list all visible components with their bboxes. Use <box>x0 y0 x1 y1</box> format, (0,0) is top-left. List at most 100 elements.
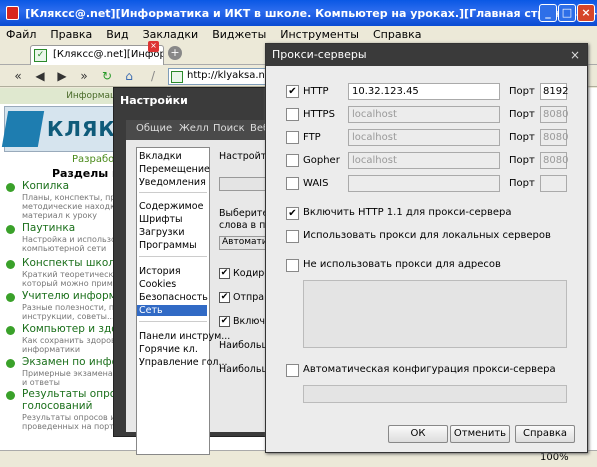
new-tab-button[interactable]: + <box>168 46 182 60</box>
bullet-icon <box>6 359 15 368</box>
http-host-field[interactable]: 10.32.123.45 <box>348 83 500 100</box>
home-icon[interactable]: ⌂ <box>121 68 137 84</box>
https-host-field[interactable]: localhost <box>348 106 500 123</box>
wais-checkbox[interactable] <box>286 177 299 190</box>
list-item[interactable]: Управление гол... <box>139 357 228 368</box>
list-item-network[interactable]: Сеть <box>137 305 207 316</box>
menu-bookmarks[interactable]: Закладки <box>143 28 199 41</box>
list-item[interactable]: Уведомления <box>139 177 206 188</box>
tab-klyaksa[interactable]: ✓ [Кляксс@.net][Информа... <box>30 45 164 65</box>
auto-config-checkbox[interactable] <box>286 364 299 377</box>
title-bar: [Кляксс@.net][Информатика и ИКТ в школе.… <box>0 0 597 26</box>
list-item[interactable]: Cookies <box>139 279 176 290</box>
menu-tools[interactable]: Инструменты <box>280 28 359 41</box>
address-url: http://klyaksa.net/ <box>187 70 267 81</box>
auto-config-url-field[interactable] <box>303 385 567 403</box>
list-item[interactable]: Загрузки <box>139 227 185 238</box>
https-port-field[interactable]: 8080 <box>540 106 568 123</box>
bullet-icon <box>6 293 15 302</box>
section-title[interactable]: Копилка <box>22 180 69 192</box>
back-icon[interactable]: ◀ <box>32 68 48 84</box>
tab-search[interactable]: Поиск <box>213 123 245 134</box>
maximize-button[interactable]: □ <box>558 4 576 22</box>
http11-checkbox[interactable]: ✔ <box>286 207 299 220</box>
wais-port-field[interactable] <box>540 175 567 192</box>
auto-button[interactable]: Автоматич <box>219 236 273 250</box>
http-port-field[interactable]: 8192 <box>540 83 568 100</box>
list-item[interactable]: Панели инструм... <box>139 331 230 342</box>
list-item[interactable]: Перемещение <box>139 164 210 175</box>
cancel-button[interactable]: Отменить <box>450 425 510 443</box>
menu-edit[interactable]: Правка <box>50 28 92 41</box>
http-checkbox[interactable]: ✔ <box>286 85 299 98</box>
tab-general[interactable]: Общие <box>136 123 172 134</box>
menu-view[interactable]: Вид <box>106 28 128 41</box>
help-button[interactable]: Справка <box>515 425 575 443</box>
edit-icon[interactable]: / <box>145 68 161 84</box>
settings-category-list[interactable]: Вкладки Перемещение Уведомления Содержим… <box>136 147 230 455</box>
no-proxy-checkbox[interactable] <box>286 259 299 272</box>
enable-checkbox[interactable]: ✔ <box>219 316 230 327</box>
proxy-dialog: Прокси-серверы × ✔ HTTP 10.32.123.45 Пор… <box>265 43 588 453</box>
menu-widgets[interactable]: Виджеты <box>212 28 266 41</box>
list-item[interactable]: Безопасность <box>139 292 208 303</box>
site-logo[interactable]: КЛЯКС <box>1 106 130 152</box>
port-label: Порт <box>509 109 535 120</box>
tab-close-icon[interactable]: × <box>148 41 159 52</box>
list-item[interactable]: Вкладки <box>139 151 182 162</box>
list-divider <box>139 321 207 322</box>
panel-button[interactable] <box>219 177 269 191</box>
wais-label: WAIS <box>303 178 329 189</box>
minimize-button[interactable]: _ <box>539 4 557 22</box>
close-icon[interactable]: × <box>570 48 580 62</box>
port-label: Порт <box>509 86 535 97</box>
send-checkbox[interactable]: ✔ <box>219 292 230 303</box>
gopher-checkbox[interactable] <box>286 154 299 167</box>
menu-help[interactable]: Справка <box>373 28 421 41</box>
local-servers-checkbox[interactable] <box>286 230 299 243</box>
address-field[interactable]: http://klyaksa.net/ <box>168 68 268 85</box>
menu-file[interactable]: Файл <box>6 28 36 41</box>
gopher-port-field[interactable]: 8080 <box>540 152 568 169</box>
menu-bar: Файл Правка Вид Закладки Виджеты Инструм… <box>0 26 597 43</box>
gopher-host-field[interactable]: localhost <box>348 152 500 169</box>
list-item[interactable]: Шрифты <box>139 214 183 225</box>
section-title[interactable]: Паутинка <box>22 222 75 234</box>
https-checkbox[interactable] <box>286 108 299 121</box>
tab-forms[interactable]: Желл <box>179 123 209 134</box>
list-item[interactable]: Программы <box>139 240 197 251</box>
bullet-icon <box>6 326 15 335</box>
bullet-icon <box>6 225 15 234</box>
list-divider <box>139 192 207 193</box>
zoom-level[interactable]: 100% <box>540 452 569 463</box>
logo-graphic-icon <box>1 111 45 147</box>
reload-icon[interactable]: ↻ <box>99 68 115 84</box>
ftp-label: FTP <box>303 132 321 143</box>
close-window-button[interactable]: × <box>577 4 595 22</box>
list-divider <box>139 256 207 257</box>
forward-icon[interactable]: ▶ <box>54 68 70 84</box>
opera-logo-icon <box>6 6 20 20</box>
encoding-checkbox[interactable]: ✔ <box>219 268 230 279</box>
ftp-port-field[interactable]: 8080 <box>540 129 568 146</box>
forward-double-icon[interactable]: » <box>76 68 92 84</box>
site-icon <box>171 71 183 83</box>
ok-button[interactable]: ОК <box>388 425 448 443</box>
port-label: Порт <box>509 155 535 166</box>
ftp-host-field[interactable]: localhost <box>348 129 500 146</box>
section-title[interactable]: Учителю информа <box>22 290 123 302</box>
list-item[interactable]: История <box>139 266 181 277</box>
ftp-checkbox[interactable] <box>286 131 299 144</box>
site-header-strip: Информаци <box>0 88 130 104</box>
favicon-icon: ✓ <box>34 49 47 62</box>
back-double-icon[interactable]: « <box>10 68 26 84</box>
dev-text: Разрабо <box>72 154 115 165</box>
list-item[interactable]: Горячие кл. <box>139 344 198 355</box>
auto-config-label: Автоматическая конфигурация прокси-серве… <box>303 364 556 375</box>
wais-host-field[interactable] <box>348 175 500 192</box>
list-item[interactable]: Содержимое <box>139 201 203 212</box>
window-title: [Кляксс@.net][Информатика и ИКТ в школе.… <box>25 6 597 20</box>
no-proxy-address-list[interactable] <box>303 280 567 348</box>
bullet-icon <box>6 391 15 400</box>
local-servers-label: Использовать прокси для локальных сервер… <box>303 230 551 241</box>
